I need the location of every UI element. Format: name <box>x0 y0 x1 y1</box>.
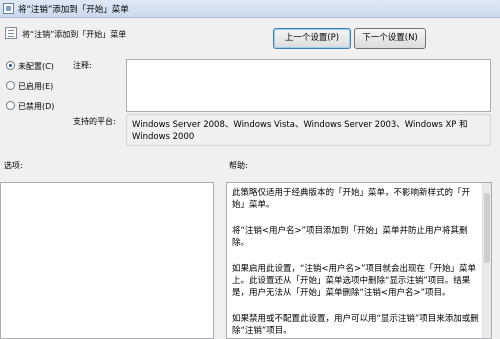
radio-disabled[interactable]: 已禁用(D) <box>6 101 54 112</box>
title-bar: 将“注销”添加到「开始」菜单 <box>0 0 500 18</box>
next-setting-button[interactable]: 下一个设置(N) <box>354 28 426 49</box>
radio-not-configured-label: 未配置(C) <box>18 62 54 71</box>
comment-textarea[interactable] <box>126 59 491 112</box>
supported-platforms: Windows Server 2008、Windows Vista、Window… <box>126 114 491 146</box>
radio-button[interactable] <box>6 101 15 110</box>
window-title: 将“注销”添加到「开始」菜单 <box>18 5 129 15</box>
help-paragraph: 此策略仅适用于经典版本的「开始」菜单，不影响新样式的「开始」菜单。 <box>232 188 471 210</box>
comment-label: 注释: <box>73 61 92 70</box>
radio-button[interactable] <box>6 61 15 70</box>
radio-enabled[interactable]: 已启用(E) <box>6 81 53 92</box>
platform-label: 支持的平台: <box>73 117 116 126</box>
policy-window-icon <box>3 3 14 14</box>
options-panel <box>0 182 214 339</box>
help-text: 此策略仅适用于经典版本的「开始」菜单，不影响新样式的「开始」菜单。 将“注销<用… <box>232 187 479 338</box>
previous-setting-button[interactable]: 上一个设置(P) <box>273 28 351 49</box>
radio-button[interactable] <box>6 81 15 90</box>
radio-disabled-label: 已禁用(D) <box>18 102 55 111</box>
help-scrollbar[interactable] <box>482 183 491 338</box>
help-panel: 此策略仅适用于经典版本的「开始」菜单，不影响新样式的「开始」菜单。 将“注销<用… <box>226 182 492 339</box>
policy-setting-icon <box>5 27 17 39</box>
radio-enabled-label: 已启用(E) <box>18 82 54 91</box>
help-paragraph: 将“注销<用户名>”项目添加到「开始」菜单并防止用户将其删除。 <box>232 226 468 248</box>
radio-not-configured[interactable]: 未配置(C) <box>6 61 54 72</box>
help-paragraph: 如果启用此设置，“注销<用户名>”项目就会出现在「开始」菜单上。此设置还从「开始… <box>232 264 477 298</box>
policy-title: 将“注销”添加到「开始」菜单 <box>22 30 127 39</box>
help-scroll-thumb[interactable] <box>484 193 490 263</box>
options-label: 选项: <box>4 161 23 170</box>
help-label: 帮助: <box>229 161 248 170</box>
help-paragraph: 如果禁用或不配置此设置，用户可以用“显示注销”项目来添加或删除“注销”项目。 <box>232 314 479 336</box>
